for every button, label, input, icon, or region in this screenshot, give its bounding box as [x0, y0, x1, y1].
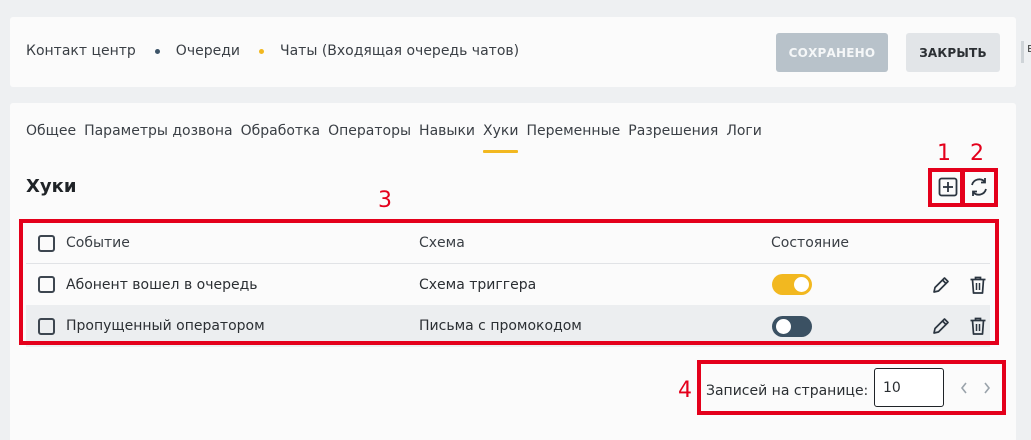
- cropped-panel-edge: в: [1021, 41, 1031, 63]
- saved-button[interactable]: СОХРАНЕНО: [776, 33, 888, 72]
- annotation-number-3: 3: [378, 188, 392, 213]
- breadcrumb-separator: [258, 48, 264, 54]
- breadcrumb-separator: [154, 48, 160, 54]
- section-title: Хуки: [26, 176, 77, 197]
- tab-operators[interactable]: Операторы: [328, 123, 411, 139]
- annotation-box-1: [928, 168, 964, 207]
- tab-permissions[interactable]: Разрешения: [628, 123, 718, 139]
- tab-skills[interactable]: Навыки: [419, 123, 475, 139]
- annotation-number-4: 4: [678, 378, 692, 403]
- tab-variables[interactable]: Переменные: [526, 123, 620, 139]
- tab-processing[interactable]: Обработка: [241, 123, 321, 139]
- cropped-text: в: [1027, 41, 1031, 55]
- tab-bar: Общее Параметры дозвона Обработка Операт…: [26, 123, 770, 153]
- breadcrumb-queues[interactable]: Очереди: [176, 43, 240, 59]
- breadcrumb: Контакт центр Очереди Чаты (Входящая оче…: [26, 43, 519, 59]
- tab-logs[interactable]: Логи: [726, 123, 762, 139]
- breadcrumb-current: Чаты (Входящая очередь чатов): [279, 43, 520, 59]
- breadcrumb-contact-center[interactable]: Контакт центр: [26, 43, 136, 59]
- annotation-box-4: [697, 360, 1006, 415]
- annotation-number-1: 1: [937, 141, 951, 166]
- tab-dial-params[interactable]: Параметры дозвона: [84, 123, 233, 139]
- tab-general[interactable]: Общее: [26, 123, 76, 139]
- header-bar: Контакт центр Очереди Чаты (Входящая оче…: [10, 17, 1016, 87]
- close-button[interactable]: ЗАКРЫТЬ: [906, 33, 1000, 72]
- tab-hooks[interactable]: Хуки: [483, 123, 519, 153]
- annotation-box-3: [19, 219, 999, 345]
- annotation-number-2: 2: [970, 141, 984, 166]
- annotation-box-2: [961, 168, 998, 207]
